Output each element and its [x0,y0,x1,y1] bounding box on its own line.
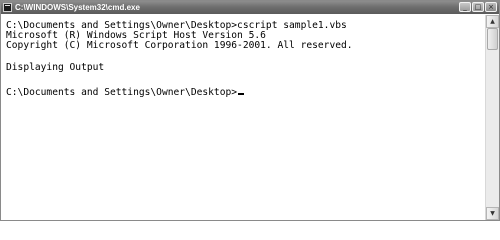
console-output[interactable]: C:\Documents and Settings\Owner\Desktop>… [2,15,484,219]
maximize-button[interactable]: □ [472,2,484,12]
console-icon[interactable] [3,3,12,12]
command-prompt-window: C:\WINDOWS\System32\cmd.exe _ □ × C:\Doc… [0,0,500,221]
vertical-scrollbar[interactable]: ▲ ▼ [485,15,499,220]
scroll-up-arrow-icon[interactable]: ▲ [486,15,499,28]
console-line: Copyright (C) Microsoft Corporation 1996… [6,40,353,51]
window-title: C:\WINDOWS\System32\cmd.exe [15,3,140,12]
scroll-track[interactable] [486,28,499,207]
prompt-line[interactable]: C:\Documents and Settings\Owner\Desktop> [6,87,245,98]
scroll-thumb[interactable] [487,28,498,50]
close-button[interactable]: × [485,2,497,12]
minimize-button[interactable]: _ [459,2,471,12]
title-bar[interactable]: C:\WINDOWS\System32\cmd.exe _ □ × [1,1,499,14]
prompt-text: C:\Documents and Settings\Owner\Desktop> [6,87,238,98]
scroll-down-arrow-icon[interactable]: ▼ [486,207,499,220]
console-line: Displaying Output [6,62,105,73]
text-cursor [238,93,245,95]
